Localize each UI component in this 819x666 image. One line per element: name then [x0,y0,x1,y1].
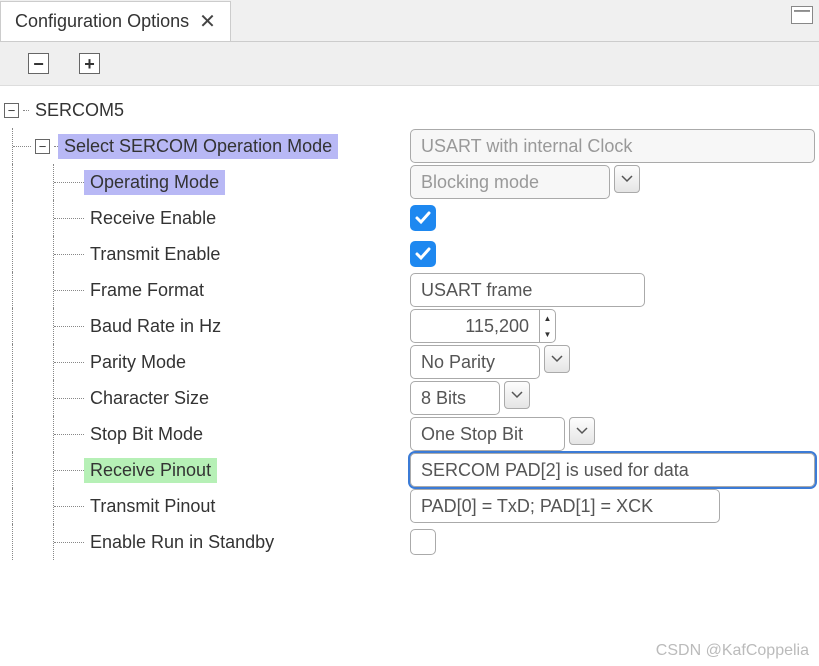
minimize-icon[interactable]: — [791,6,813,24]
stop-bit-value: One Stop Bit [410,417,565,451]
close-icon[interactable]: ✕ [199,12,216,32]
label-transmit-enable: Transmit Enable [84,242,226,267]
node-operation-mode[interactable]: Select SERCOM Operation Mode [58,134,338,159]
label-receive-pinout: Receive Pinout [84,458,217,483]
label-run-in-standby: Enable Run in Standby [84,530,280,555]
chevron-up-icon[interactable]: ▲ [540,310,555,326]
chevron-down-icon[interactable] [504,381,530,409]
label-receive-enable: Receive Enable [84,206,222,231]
label-frame-format: Frame Format [84,278,210,303]
frame-format-field[interactable]: USART frame [410,273,645,307]
transmit-pinout-field[interactable]: PAD[0] = TxD; PAD[1] = XCK [410,489,720,523]
checkbox-run-in-standby[interactable] [410,529,436,555]
receive-pinout-field[interactable]: SERCOM PAD[2] is used for data [410,453,815,487]
chevron-down-icon[interactable] [569,417,595,445]
chevron-down-icon[interactable] [544,345,570,373]
expander-mode-group[interactable]: − [35,139,50,154]
config-tree: − SERCOM5 − Select SERCOM Operation Mode… [0,86,819,560]
tab-config-options[interactable]: Configuration Options ✕ [0,1,231,41]
operating-mode-value: Blocking mode [410,165,610,199]
label-transmit-pinout: Transmit Pinout [84,494,221,519]
label-baud-rate: Baud Rate in Hz [84,314,227,339]
label-parity-mode: Parity Mode [84,350,192,375]
collapse-all-button[interactable]: − [28,53,49,74]
character-size-value: 8 Bits [410,381,500,415]
tab-title: Configuration Options [15,11,189,32]
checkbox-transmit-enable[interactable] [410,241,436,267]
expander-sercom5[interactable]: − [4,103,19,118]
chevron-down-icon[interactable] [614,165,640,193]
parity-mode-value: No Parity [410,345,540,379]
operation-mode-field[interactable]: USART with internal Clock [410,129,815,163]
label-character-size: Character Size [84,386,215,411]
baud-rate-stepper[interactable]: 115,200 ▲ ▼ [410,309,556,343]
expand-all-button[interactable]: + [79,53,100,74]
chevron-down-icon[interactable]: ▼ [540,326,555,342]
checkbox-receive-enable[interactable] [410,205,436,231]
label-stop-bit-mode: Stop Bit Mode [84,422,209,447]
node-sercom5[interactable]: SERCOM5 [29,98,130,123]
watermark: CSDN @KafCoppelia [656,642,809,660]
label-operating-mode: Operating Mode [84,170,225,195]
